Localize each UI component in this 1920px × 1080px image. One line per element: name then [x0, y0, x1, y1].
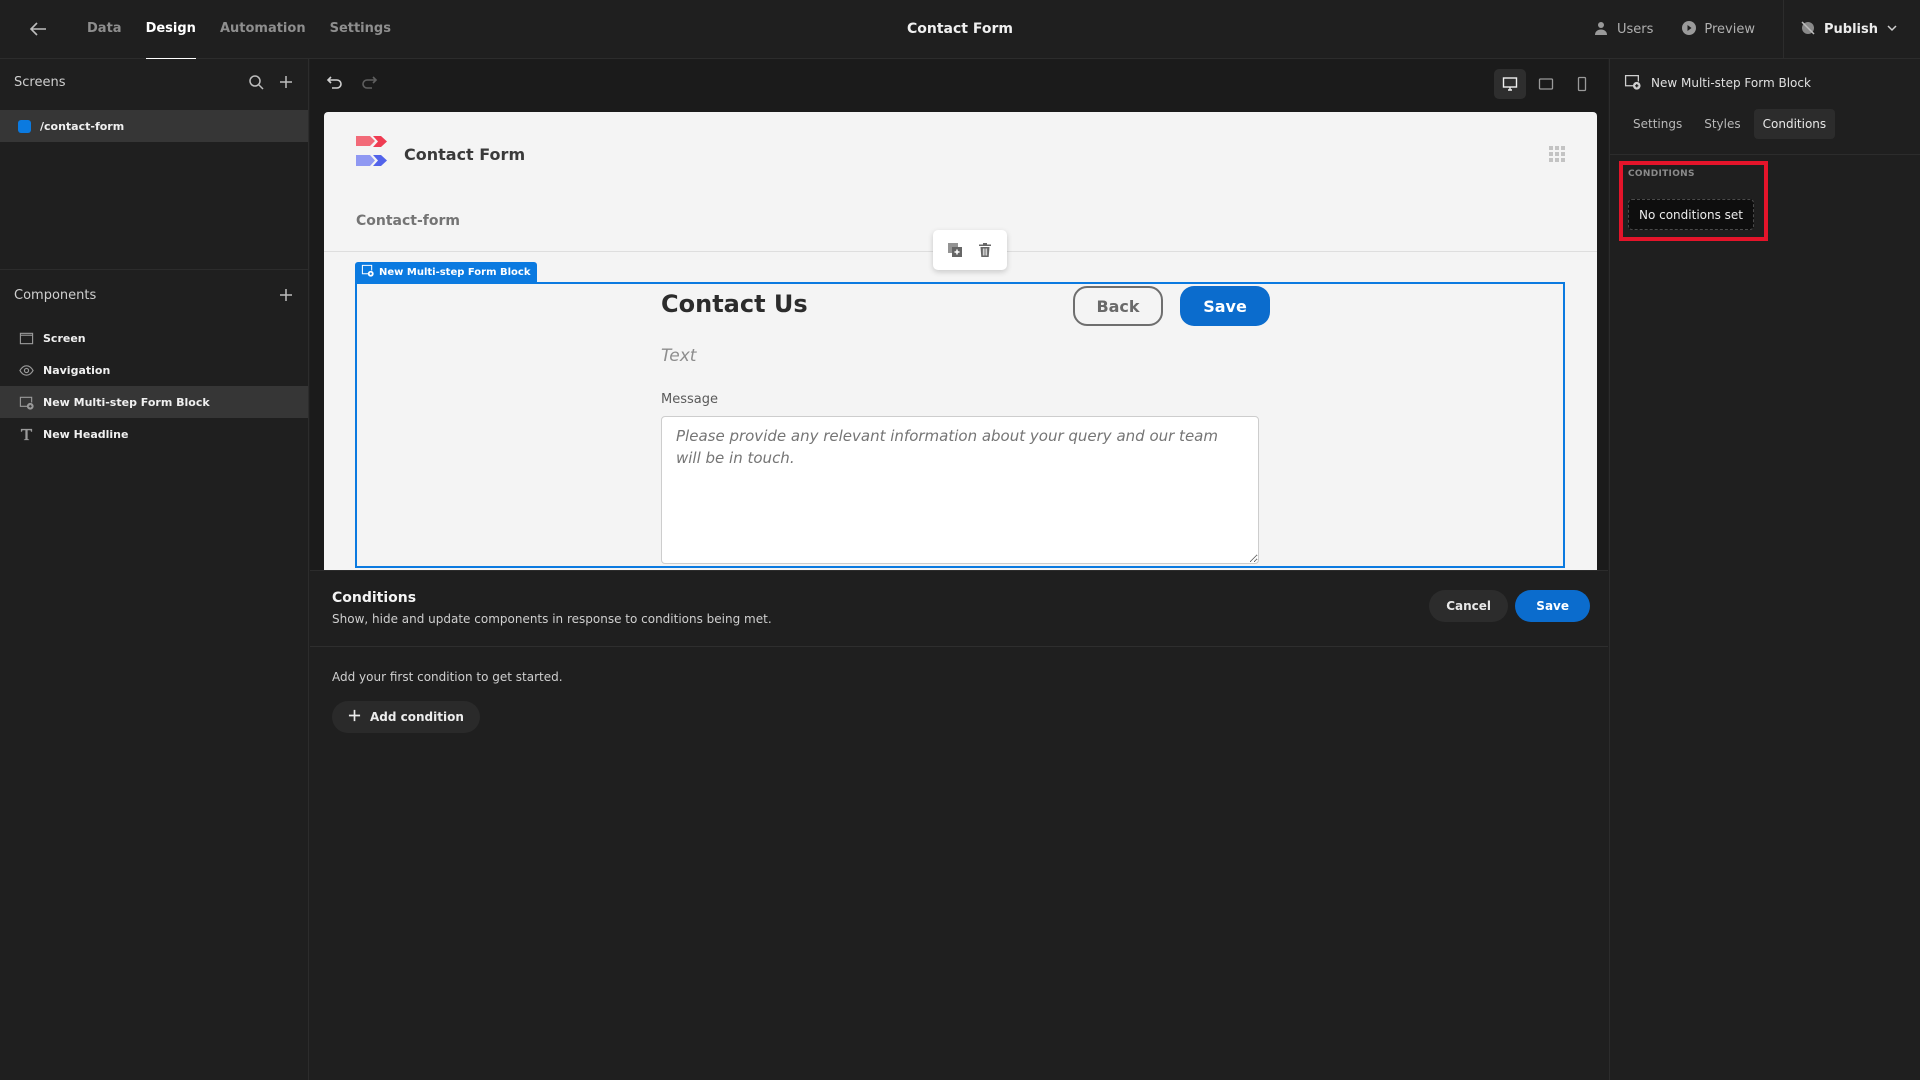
preview-app-title: Contact Form — [404, 145, 526, 164]
trash-icon[interactable] — [977, 242, 993, 258]
users-button[interactable]: Users — [1594, 20, 1653, 40]
divider — [310, 646, 1608, 647]
save-button[interactable]: Save — [1515, 590, 1590, 622]
tab-automation[interactable]: Automation — [208, 0, 318, 59]
component-item-label: Navigation — [43, 363, 111, 377]
preview-label: Preview — [1704, 22, 1755, 37]
mobile-icon[interactable] — [1566, 69, 1598, 99]
tab-styles[interactable]: Styles — [1695, 109, 1749, 139]
empty-state-text: Add your first condition to get started. — [332, 670, 563, 684]
screen-icon — [18, 330, 34, 346]
form-block-icon — [1624, 73, 1641, 93]
component-item-multistep-form[interactable]: New Multi-step Form Block — [0, 386, 308, 418]
tablet-icon[interactable] — [1530, 69, 1562, 99]
form-text-placeholder: Text — [661, 346, 697, 366]
top-nav: Data Design Automation Settings — [75, 0, 403, 60]
components-header: Components — [14, 280, 294, 310]
tab-settings[interactable]: Settings — [1624, 109, 1691, 139]
publish-label: Publish — [1824, 22, 1878, 37]
duplicate-icon[interactable] — [947, 242, 963, 258]
selected-component-label: New Multi-step Form Block — [379, 266, 531, 278]
form-block-icon — [18, 394, 34, 410]
message-label: Message — [661, 392, 718, 407]
component-toolbar — [933, 230, 1007, 270]
components-title: Components — [14, 287, 97, 303]
form-block-icon — [361, 264, 374, 280]
divider — [1610, 154, 1920, 155]
eye-icon — [18, 362, 34, 378]
component-item-label: New Headline — [43, 427, 129, 441]
add-screen-icon[interactable] — [278, 74, 294, 90]
no-conditions-button[interactable]: No conditions set — [1628, 199, 1754, 230]
divider — [0, 269, 308, 270]
component-item-headline[interactable]: New Headline — [0, 418, 308, 450]
conditions-subtitle: Show, hide and update components in resp… — [332, 612, 772, 626]
desktop-icon[interactable] — [1494, 69, 1526, 99]
add-condition-label: Add condition — [370, 710, 464, 724]
play-icon — [1681, 20, 1697, 40]
text-icon — [18, 426, 34, 442]
cancel-button[interactable]: Cancel — [1429, 590, 1508, 622]
conditions-title: Conditions — [332, 590, 417, 606]
users-label: Users — [1616, 22, 1654, 37]
publish-button[interactable]: Publish — [1784, 20, 1920, 40]
screens-title: Screens — [14, 74, 66, 90]
back-arrow-icon[interactable] — [26, 17, 50, 41]
drag-handle-icon[interactable] — [1549, 146, 1565, 162]
form-title: Contact Us — [661, 290, 808, 318]
message-textarea[interactable] — [661, 416, 1259, 564]
app-logo-icon — [356, 136, 387, 166]
properties-tabs: Settings Styles Conditions — [1624, 109, 1836, 139]
plus-icon — [348, 709, 361, 725]
screens-header: Screens — [14, 67, 294, 97]
nav-link-contact-form[interactable]: Contact-form — [356, 213, 460, 229]
tab-settings[interactable]: Settings — [318, 0, 403, 59]
canvas-area: Contact Form Contact-form New Multi-step… — [310, 59, 1608, 1080]
screen-color-icon — [18, 119, 31, 133]
undo-icon[interactable] — [326, 73, 344, 91]
device-toggle — [1494, 69, 1598, 99]
form-back-button[interactable]: Back — [1073, 286, 1163, 326]
tab-conditions[interactable]: Conditions — [1753, 109, 1836, 139]
redo-icon[interactable] — [360, 73, 378, 91]
selected-component-tag[interactable]: New Multi-step Form Block — [355, 262, 537, 282]
screen-item[interactable]: /contact-form — [0, 110, 308, 142]
component-item-label: Screen — [43, 331, 86, 345]
users-icon — [1594, 20, 1610, 40]
component-header: New Multi-step Form Block — [1624, 73, 1811, 93]
publish-off-icon — [1800, 20, 1816, 40]
form-save-button[interactable]: Save — [1180, 286, 1270, 326]
preview-button[interactable]: Preview — [1681, 20, 1755, 40]
component-item-screen[interactable]: Screen — [0, 322, 308, 354]
left-panel: Screens /contact-form Components Screen … — [0, 59, 309, 1080]
app-preview: Contact Form Contact-form New Multi-step… — [324, 112, 1597, 570]
component-item-label: New Multi-step Form Block — [43, 395, 210, 409]
properties-panel: New Multi-step Form Block Settings Style… — [1609, 59, 1920, 1080]
tab-data[interactable]: Data — [75, 0, 134, 59]
conditions-panel: Conditions Show, hide and update compone… — [310, 570, 1608, 1080]
top-actions: Users Preview Publish — [1594, 0, 1920, 59]
add-condition-button[interactable]: Add condition — [332, 701, 480, 733]
top-bar: Data Design Automation Settings Contact … — [0, 0, 1920, 60]
add-component-icon[interactable] — [278, 287, 294, 303]
conditions-section-label: CONDITIONS — [1628, 169, 1695, 179]
component-item-navigation[interactable]: Navigation — [0, 354, 308, 386]
history-controls — [326, 73, 378, 91]
search-icon[interactable] — [248, 74, 264, 90]
screen-item-label: /contact-form — [40, 119, 125, 133]
tab-design[interactable]: Design — [134, 0, 208, 60]
chevron-down-icon — [1886, 22, 1898, 38]
component-name: New Multi-step Form Block — [1651, 76, 1811, 90]
